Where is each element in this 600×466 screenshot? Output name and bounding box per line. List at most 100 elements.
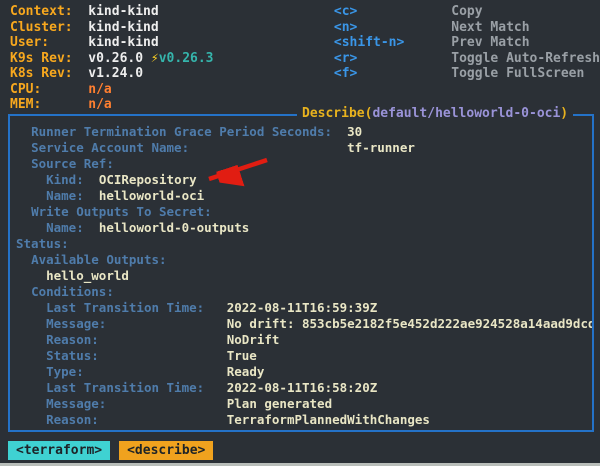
describe-key: Source Ref: bbox=[31, 156, 114, 171]
describe-line: Reason: NoDrift bbox=[16, 332, 586, 348]
header-info-value: v0.26.0 bbox=[88, 51, 143, 66]
panel-title-prefix: Describe( bbox=[302, 106, 372, 121]
describe-value: hello_world bbox=[46, 268, 129, 283]
describe-value: Ready bbox=[227, 364, 265, 379]
keybinding-row: <n>Next Match bbox=[334, 20, 600, 36]
k9s-header: Context:kind-kindCluster:kind-kindUser:k… bbox=[0, 0, 600, 113]
describe-line: Message: Plan generated bbox=[16, 396, 586, 412]
header-info-label: MEM: bbox=[10, 97, 88, 113]
header-info-label: User: bbox=[10, 35, 88, 51]
describe-value: 2022-08-11T16:58:20Z bbox=[227, 380, 378, 395]
keybinding-action: Next Match bbox=[451, 20, 529, 35]
keybinding-key: <r> bbox=[334, 51, 451, 67]
header-info-value: kind-kind bbox=[88, 4, 158, 19]
describe-value: No drift: 853cb5e2182f5e452d222ae924528a… bbox=[227, 316, 592, 331]
describe-key: Status: bbox=[46, 348, 99, 363]
keybinding-key: <c> bbox=[334, 4, 451, 20]
describe-key: Status: bbox=[16, 236, 69, 251]
describe-line: Status: bbox=[16, 236, 586, 252]
describe-key: Last Transition Time: bbox=[46, 300, 204, 315]
header-info-row: MEM:n/a bbox=[10, 97, 334, 113]
tab-describe[interactable]: <describe> bbox=[119, 441, 213, 460]
header-info-value: kind-kind bbox=[88, 35, 158, 50]
describe-line: Kind: OCIRepository bbox=[16, 172, 586, 188]
view-crumbs: <terraform> <describe> bbox=[8, 441, 213, 460]
header-info-row: K8s Rev:v1.24.0 bbox=[10, 66, 334, 82]
describe-key: Available Outputs: bbox=[31, 252, 166, 267]
cluster-info-block: Context:kind-kindCluster:kind-kindUser:k… bbox=[10, 4, 334, 113]
describe-value: True bbox=[227, 348, 257, 363]
describe-line: Status: True bbox=[16, 348, 586, 364]
keybinding-row: <shift-n>Prev Match bbox=[334, 35, 600, 51]
keybinding-key: <n> bbox=[334, 20, 451, 36]
header-info-row: K9s Rev:v0.26.0 ⚡v0.26.3 bbox=[10, 51, 334, 67]
describe-key: Message: bbox=[46, 316, 106, 331]
keybindings-block: <c>Copy<n>Next Match<shift-n>Prev Match<… bbox=[334, 4, 600, 82]
keybinding-action: Copy bbox=[451, 4, 482, 19]
describe-value: 30 bbox=[347, 124, 362, 139]
describe-key: Name: bbox=[46, 220, 84, 235]
describe-value: 2022-08-11T16:59:39Z bbox=[227, 300, 378, 315]
describe-key: Runner Termination Grace Period Seconds: bbox=[31, 124, 332, 139]
describe-key: Write Outputs To Secret: bbox=[31, 204, 212, 219]
describe-panel-title: Describe(default/helloworld-0-oci) bbox=[297, 106, 573, 121]
describe-key: Type: bbox=[46, 364, 84, 379]
describe-key: Reason: bbox=[46, 412, 99, 427]
keybinding-row: <r>Toggle Auto-Refresh bbox=[334, 51, 600, 67]
describe-line: Runner Termination Grace Period Seconds:… bbox=[16, 124, 586, 140]
describe-line: Available Outputs: bbox=[16, 252, 586, 268]
header-info-value: n/a bbox=[88, 97, 111, 112]
describe-key: Service Account Name: bbox=[31, 140, 189, 155]
describe-line: Conditions: bbox=[16, 284, 586, 300]
header-info-row: CPU:n/a bbox=[10, 82, 334, 98]
describe-line: Service Account Name: tf-runner bbox=[16, 140, 586, 156]
lightning-bolt-icon: ⚡ bbox=[143, 51, 159, 66]
header-info-row: User:kind-kind bbox=[10, 35, 334, 51]
describe-value: NoDrift bbox=[227, 332, 280, 347]
describe-line: Source Ref: bbox=[16, 156, 586, 172]
keybinding-key: <shift-n> bbox=[334, 35, 451, 51]
keybinding-action: Toggle FullScreen bbox=[451, 66, 584, 81]
describe-key: Last Transition Time: bbox=[46, 380, 204, 395]
describe-key: Name: bbox=[46, 188, 84, 203]
header-info-row: Context:kind-kind bbox=[10, 4, 334, 20]
tab-terraform[interactable]: <terraform> bbox=[8, 441, 110, 460]
describe-panel[interactable]: Describe(default/helloworld-0-oci) Runne… bbox=[8, 114, 594, 432]
describe-key: Message: bbox=[46, 396, 106, 411]
describe-value: tf-runner bbox=[347, 140, 415, 155]
describe-value: Plan generated bbox=[227, 396, 332, 411]
header-info-label: K8s Rev: bbox=[10, 66, 88, 82]
header-info-label: CPU: bbox=[10, 82, 88, 98]
keybinding-action: Toggle Auto-Refresh bbox=[451, 51, 600, 66]
describe-value: OCIRepository bbox=[99, 172, 197, 187]
keybinding-key: <f> bbox=[334, 66, 451, 82]
describe-key: Reason: bbox=[46, 332, 99, 347]
describe-key: Conditions: bbox=[31, 284, 114, 299]
describe-value: helloworld-0-outputs bbox=[99, 220, 250, 235]
header-info-value: v1.24.0 bbox=[88, 66, 143, 81]
describe-key: Kind: bbox=[46, 172, 84, 187]
header-info-label: K9s Rev: bbox=[10, 51, 88, 67]
describe-line: Last Transition Time: 2022-08-11T16:59:3… bbox=[16, 300, 586, 316]
keybinding-action: Prev Match bbox=[451, 35, 529, 50]
keybinding-row: <f>Toggle FullScreen bbox=[334, 66, 600, 82]
describe-value: TerraformPlannedWithChanges bbox=[227, 412, 430, 427]
describe-line: Type: Ready bbox=[16, 364, 586, 380]
header-info-row: Cluster:kind-kind bbox=[10, 20, 334, 36]
panel-title-suffix: ) bbox=[560, 106, 568, 121]
keybinding-row: <c>Copy bbox=[334, 4, 600, 20]
header-info-label: Context: bbox=[10, 4, 88, 20]
header-info-value: kind-kind bbox=[88, 20, 158, 35]
header-info-label: Cluster: bbox=[10, 20, 88, 36]
describe-line: Message: No drift: 853cb5e2182f5e452d222… bbox=[16, 316, 586, 332]
describe-line: Reason: TerraformPlannedWithChanges bbox=[16, 412, 586, 428]
header-info-value: n/a bbox=[88, 82, 111, 97]
describe-line: Last Transition Time: 2022-08-11T16:58:2… bbox=[16, 380, 586, 396]
describe-content: Runner Termination Grace Period Seconds:… bbox=[10, 116, 592, 430]
upgrade-version: v0.26.3 bbox=[159, 51, 214, 66]
describe-line: Name: helloworld-0-outputs bbox=[16, 220, 586, 236]
describe-value: helloworld-oci bbox=[99, 188, 204, 203]
describe-line: Name: helloworld-oci bbox=[16, 188, 586, 204]
describe-line: Write Outputs To Secret: bbox=[16, 204, 586, 220]
describe-line: hello_world bbox=[16, 268, 586, 284]
